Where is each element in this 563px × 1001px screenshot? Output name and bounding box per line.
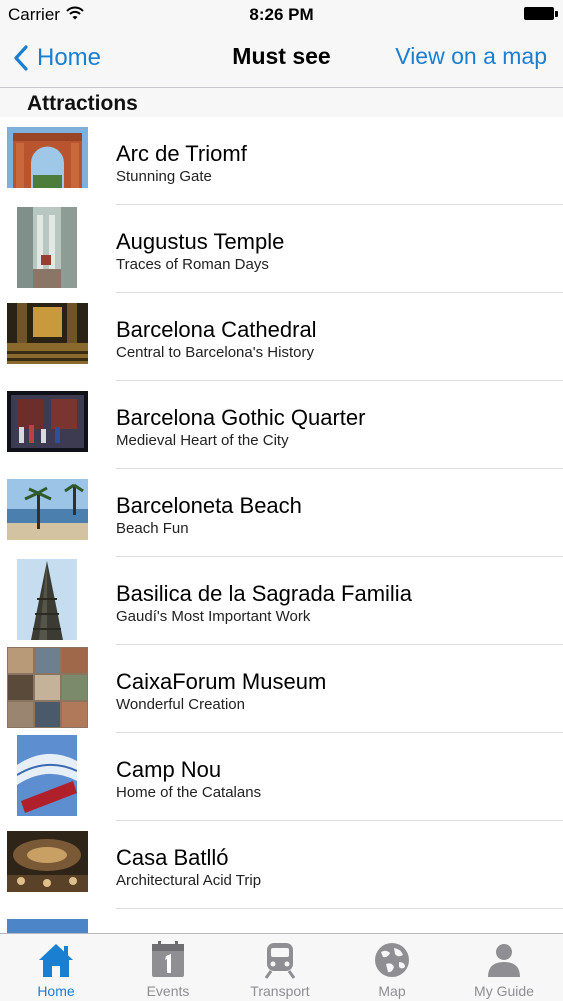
tab-events[interactable]: Events xyxy=(112,934,224,1001)
list-item[interactable]: Augustus Temple Traces of Roman Days xyxy=(0,205,563,293)
list-item[interactable]: Arc de Triomf Stunning Gate xyxy=(0,117,563,205)
attraction-thumbnail xyxy=(7,391,88,452)
tab-map[interactable]: Map xyxy=(336,934,448,1001)
attraction-title: Augustus Temple xyxy=(116,229,285,254)
battery-icon xyxy=(524,7,558,20)
attraction-subtitle: Wonderful Creation xyxy=(116,696,245,713)
tab-label: My Guide xyxy=(474,983,534,999)
attraction-subtitle: Home of the Catalans xyxy=(116,784,262,801)
tab-label: Events xyxy=(146,983,190,999)
attraction-thumbnail xyxy=(7,303,88,364)
tab-label: Map xyxy=(378,983,406,999)
tab-my-guide[interactable]: My Guide xyxy=(448,934,560,1001)
attraction-thumbnail xyxy=(7,647,88,728)
attraction-title: Basilica de la Sagrada Familia xyxy=(116,581,412,606)
train-icon xyxy=(264,943,296,979)
attraction-subtitle: Gaudí's Most Important Work xyxy=(116,608,311,625)
attraction-subtitle: Beach Fun xyxy=(116,520,189,537)
list-item[interactable]: CaixaForum Museum Wonderful Creation xyxy=(0,645,563,733)
attraction-title: CaixaForum Museum xyxy=(116,669,327,694)
clock: 8:26 PM xyxy=(249,5,314,24)
tab-home[interactable]: Home xyxy=(0,934,112,1001)
tab-bar: Home Events Transport Map My Guide xyxy=(0,933,563,1001)
tab-label: Transport xyxy=(250,983,310,999)
attraction-title: Arc de Triomf xyxy=(116,141,247,166)
attraction-subtitle: Traces of Roman Days xyxy=(116,256,269,273)
attraction-title: Casa Batlló xyxy=(116,845,229,870)
list-item[interactable]: Basilica de la Sagrada Familia Gaudí's M… xyxy=(0,557,563,645)
attraction-thumbnail xyxy=(17,559,77,640)
home-icon xyxy=(39,944,73,977)
attraction-thumbnail xyxy=(17,207,77,288)
section-title: Attractions xyxy=(27,92,138,115)
status-bar: Carrier 8:26 PM xyxy=(0,0,563,30)
attraction-subtitle: Architectural Acid Trip xyxy=(116,872,262,889)
list-item[interactable]: Barcelona Cathedral Central to Barcelona… xyxy=(0,293,563,381)
tab-label: Home xyxy=(37,983,75,999)
list-item[interactable]: Camp Nou Home of the Catalans xyxy=(0,733,563,821)
list-item[interactable] xyxy=(0,909,563,933)
attraction-thumbnail xyxy=(7,479,88,540)
attraction-title: Camp Nou xyxy=(116,757,222,782)
attraction-thumbnail xyxy=(7,919,88,933)
person-icon xyxy=(488,944,520,977)
globe-icon xyxy=(375,943,409,977)
section-header: Attractions xyxy=(0,88,563,117)
attraction-title: Barceloneta Beach xyxy=(116,493,302,518)
list-item[interactable]: Barceloneta Beach Beach Fun xyxy=(0,469,563,557)
attraction-subtitle: Stunning Gate xyxy=(116,168,212,185)
list-item[interactable]: Casa Batlló Architectural Acid Trip xyxy=(0,821,563,909)
attraction-title: Barcelona Gothic Quarter xyxy=(116,405,366,430)
attractions-list[interactable]: Arc de Triomf Stunning Gate Augustus Tem… xyxy=(0,117,563,933)
attraction-thumbnail xyxy=(7,831,88,892)
attraction-subtitle: Central to Barcelona's History xyxy=(116,344,314,361)
attraction-title: Barcelona Cathedral xyxy=(116,317,317,342)
attraction-subtitle: Medieval Heart of the City xyxy=(116,432,289,449)
attraction-thumbnail xyxy=(17,735,77,816)
attraction-thumbnail xyxy=(7,127,88,188)
calendar-icon xyxy=(152,941,184,977)
view-on-map-button[interactable]: View on a map xyxy=(395,43,547,70)
list-item[interactable]: Barcelona Gothic Quarter Medieval Heart … xyxy=(0,381,563,469)
tab-transport[interactable]: Transport xyxy=(224,934,336,1001)
navigation-bar: Home Must see View on a map xyxy=(0,30,563,88)
